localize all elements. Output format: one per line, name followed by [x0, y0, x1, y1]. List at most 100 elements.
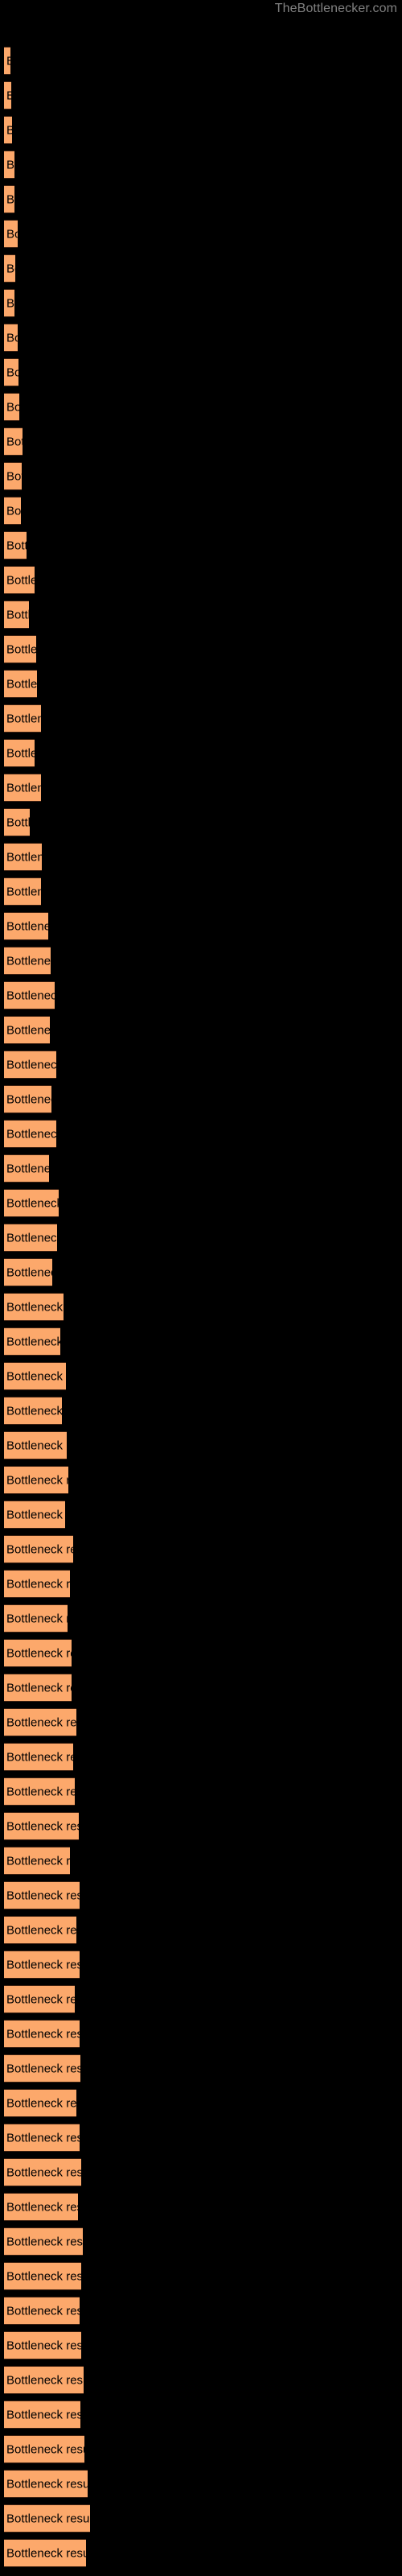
bar: Bottleneck result	[4, 2331, 81, 2359]
bar-label: Bottleneck result	[6, 1785, 75, 1798]
bar-label: Bottleneck result	[6, 504, 21, 518]
bar: Bottleneck result	[4, 185, 14, 213]
bar: Bottleneck result	[4, 1154, 49, 1183]
bar: Bottleneck result	[4, 2089, 76, 2117]
bar-row: Bottleneck result	[0, 2401, 402, 2429]
bar-label: Bottleneck result	[6, 1508, 65, 1521]
bar-row: Bottleneck result	[0, 1881, 402, 1909]
bar-row: Bottleneck result	[0, 635, 402, 663]
bar-label: Bottleneck result	[6, 989, 55, 1002]
bar: Bottleneck result	[4, 1362, 66, 1390]
bar-label: Bottleneck result	[6, 2027, 80, 2041]
bar-label: Bottleneck result	[6, 850, 42, 864]
bar-row: Bottleneck result	[0, 1293, 402, 1321]
bar-label: Bottleneck result	[6, 1750, 73, 1764]
bar-label: Bottleneck result	[6, 2062, 80, 2075]
bar: Bottleneck result	[4, 739, 35, 767]
bar: Bottleneck result	[4, 774, 41, 802]
bar-label: Bottleneck result	[6, 1300, 64, 1314]
bar-row: Bottleneck result	[0, 1397, 402, 1425]
bar-label: Bottleneck result	[6, 2477, 88, 2491]
bar: Bottleneck result	[4, 427, 23, 456]
bar-label: Bottleneck result	[6, 2546, 86, 2560]
bar-row: Bottleneck result	[0, 1466, 402, 1494]
bar-row: Bottleneck result	[0, 1431, 402, 1459]
bar: Bottleneck result	[4, 877, 41, 906]
bar-row: Bottleneck result	[0, 324, 402, 352]
bar-label: Bottleneck result	[6, 1958, 80, 1971]
bar-row: Bottleneck result	[0, 2297, 402, 2325]
bar: Bottleneck result	[4, 358, 18, 386]
bar-row: Bottleneck result	[0, 2366, 402, 2394]
bar: Bottleneck result	[4, 1604, 68, 1633]
bar-row: Bottleneck result	[0, 566, 402, 594]
bar-label: Bottleneck result	[6, 1162, 49, 1175]
bar: Bottleneck result	[4, 2504, 90, 2533]
bar: Bottleneck result	[4, 531, 27, 559]
bar: Bottleneck result	[4, 1120, 56, 1148]
bar-row: Bottleneck result	[0, 1501, 402, 1529]
bar-label: Bottleneck result	[6, 642, 36, 656]
bar-row: Bottleneck result	[0, 1327, 402, 1356]
bar: Bottleneck result	[4, 220, 18, 248]
bar-row: Bottleneck result	[0, 1847, 402, 1875]
bar-row: Bottleneck result	[0, 462, 402, 490]
bar-row: Bottleneck result	[0, 2193, 402, 2221]
bar-row: Bottleneck result	[0, 2054, 402, 2083]
bar-label: Bottleneck result	[6, 1542, 73, 1556]
bar: Bottleneck result	[4, 704, 41, 733]
bar-row: Bottleneck result	[0, 1258, 402, 1286]
bar: Bottleneck result	[4, 1847, 70, 1875]
bar-row: Bottleneck result	[0, 1674, 402, 1702]
bar: Bottleneck result	[4, 2124, 80, 2152]
bar-row: Bottleneck result	[0, 185, 402, 213]
bar-label: Bottleneck result	[6, 2200, 78, 2214]
bar: Bottleneck result	[4, 1812, 79, 1840]
bar-label: Bottleneck result	[6, 746, 35, 760]
bar: Bottleneck result	[4, 912, 48, 940]
bar: Bottleneck result	[4, 2539, 86, 2567]
bar-row: Bottleneck result	[0, 739, 402, 767]
bar-label: Bottleneck result	[6, 1992, 75, 2006]
bar-row: Bottleneck result	[0, 912, 402, 940]
bar: Bottleneck result	[4, 1881, 80, 1909]
bar-row: Bottleneck result	[0, 151, 402, 179]
bar: Bottleneck result	[4, 1397, 62, 1425]
bar-row: Bottleneck result	[0, 1916, 402, 1944]
bar-label: Bottleneck result	[6, 781, 41, 795]
bar-label: Bottleneck result	[6, 539, 27, 552]
bar-row: Bottleneck result	[0, 427, 402, 456]
bar-label: Bottleneck result	[6, 712, 41, 725]
bar-row: Bottleneck result	[0, 1812, 402, 1840]
bar: Bottleneck result	[4, 1085, 51, 1113]
bar-label: Bottleneck result	[6, 1058, 56, 1071]
bar: Bottleneck result	[4, 670, 37, 698]
bar-label: Bottleneck result	[6, 2096, 76, 2110]
bar-label: Bottleneck result	[6, 2165, 81, 2179]
bar-label: Bottleneck result	[6, 954, 51, 968]
bar-row: Bottleneck result	[0, 2089, 402, 2117]
bar: Bottleneck result	[4, 981, 55, 1009]
bar-row: Bottleneck result	[0, 1777, 402, 1806]
bar-label: Bottleneck result	[6, 192, 14, 206]
bar-label: Bottleneck result	[6, 2269, 81, 2283]
bar-row: Bottleneck result	[0, 531, 402, 559]
bar-row: Bottleneck result	[0, 1016, 402, 1044]
bar-row: Bottleneck result	[0, 2504, 402, 2533]
bar: Bottleneck result	[4, 393, 19, 421]
bar: Bottleneck result	[4, 324, 18, 352]
bar-label: Bottleneck result	[6, 2442, 84, 2456]
bar: Bottleneck result	[4, 497, 21, 525]
bar-label: Bottleneck result	[6, 296, 14, 310]
bar: Bottleneck result	[4, 1327, 60, 1356]
bar-row: Bottleneck result	[0, 1639, 402, 1667]
bar-row: Bottleneck result	[0, 808, 402, 836]
bar-row: Bottleneck result	[0, 2331, 402, 2359]
bar-row: Bottleneck result	[0, 1120, 402, 1148]
bar: Bottleneck result	[4, 947, 51, 975]
bar: Bottleneck result	[4, 1777, 75, 1806]
bar-label: Bottleneck result	[6, 885, 41, 898]
bar-row: Bottleneck result	[0, 1604, 402, 1633]
bar-row: Bottleneck result	[0, 1951, 402, 1979]
bar: Bottleneck result	[4, 81, 11, 109]
